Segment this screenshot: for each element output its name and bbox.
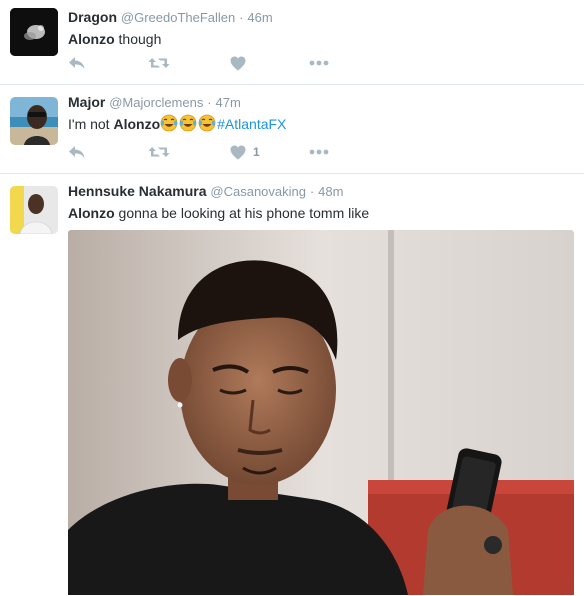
tweet[interactable]: Hennsuke Nakamura @Casanovaking · 48m Al… [0, 174, 584, 596]
more-icon [309, 149, 329, 155]
user-handle[interactable]: @Majorclemens [109, 95, 203, 110]
tweet-header: Dragon @GreedoTheFallen · 46m [68, 8, 574, 27]
reply-icon [69, 57, 85, 69]
avatar[interactable] [10, 8, 58, 56]
more-button[interactable] [309, 143, 329, 161]
user-handle[interactable]: @GreedoTheFallen [121, 10, 235, 25]
timestamp[interactable]: 46m [247, 10, 272, 25]
more-button[interactable] [309, 54, 329, 72]
like-count: 1 [253, 145, 260, 159]
reply-icon [69, 146, 85, 158]
hashtag-link[interactable]: #AtlantaFX [217, 116, 286, 132]
tears-of-joy-emoji-icon [198, 114, 216, 132]
avatar[interactable] [10, 186, 58, 234]
tweet[interactable]: Major @Majorclemens · 47m I'm not Alonzo… [0, 85, 584, 174]
tweet[interactable]: Dragon @GreedoTheFallen · 46m Alonzo tho… [0, 0, 584, 85]
heart-icon [230, 56, 246, 70]
heart-icon [230, 145, 246, 159]
bold-text: Alonzo [68, 31, 115, 47]
more-icon [309, 60, 329, 66]
bold-text: Alonzo [68, 205, 115, 221]
text-rest: gonna be looking at his phone tomm like [114, 205, 370, 221]
tweet-photo[interactable] [68, 230, 574, 595]
avatar[interactable] [10, 97, 58, 145]
separator: · [309, 184, 315, 199]
text-pre: I'm not [68, 116, 114, 132]
tears-of-joy-emoji-icon [179, 114, 197, 132]
display-name[interactable]: Hennsuke Nakamura [68, 183, 207, 199]
tweet-text: I'm not Alonzo #AtlantaFX [68, 114, 574, 134]
display-name[interactable]: Major [68, 94, 105, 110]
timestamp[interactable]: 48m [318, 184, 343, 199]
tweet-text: Alonzo though [68, 29, 574, 49]
tweet-header: Hennsuke Nakamura @Casanovaking · 48m [68, 182, 574, 201]
retweet-icon [148, 58, 170, 68]
retweet-icon [148, 147, 170, 157]
timestamp[interactable]: 47m [215, 95, 240, 110]
retweet-button[interactable] [148, 54, 170, 72]
like-button[interactable] [230, 54, 253, 72]
text-rest: though [114, 31, 162, 47]
user-handle[interactable]: @Casanovaking [210, 184, 306, 199]
separator: · [207, 95, 212, 110]
display-name[interactable]: Dragon [68, 9, 117, 25]
photo-image [68, 230, 574, 595]
tweet-text: Alonzo gonna be looking at his phone tom… [68, 203, 574, 223]
like-button[interactable]: 1 [230, 143, 260, 161]
separator: · [239, 10, 244, 25]
bold-text: Alonzo [113, 116, 161, 132]
tears-of-joy-emoji-icon [160, 114, 178, 132]
tweet-header: Major @Majorclemens · 47m [68, 93, 574, 112]
reply-button[interactable] [68, 54, 86, 72]
reply-button[interactable] [68, 143, 86, 161]
retweet-button[interactable] [148, 143, 170, 161]
